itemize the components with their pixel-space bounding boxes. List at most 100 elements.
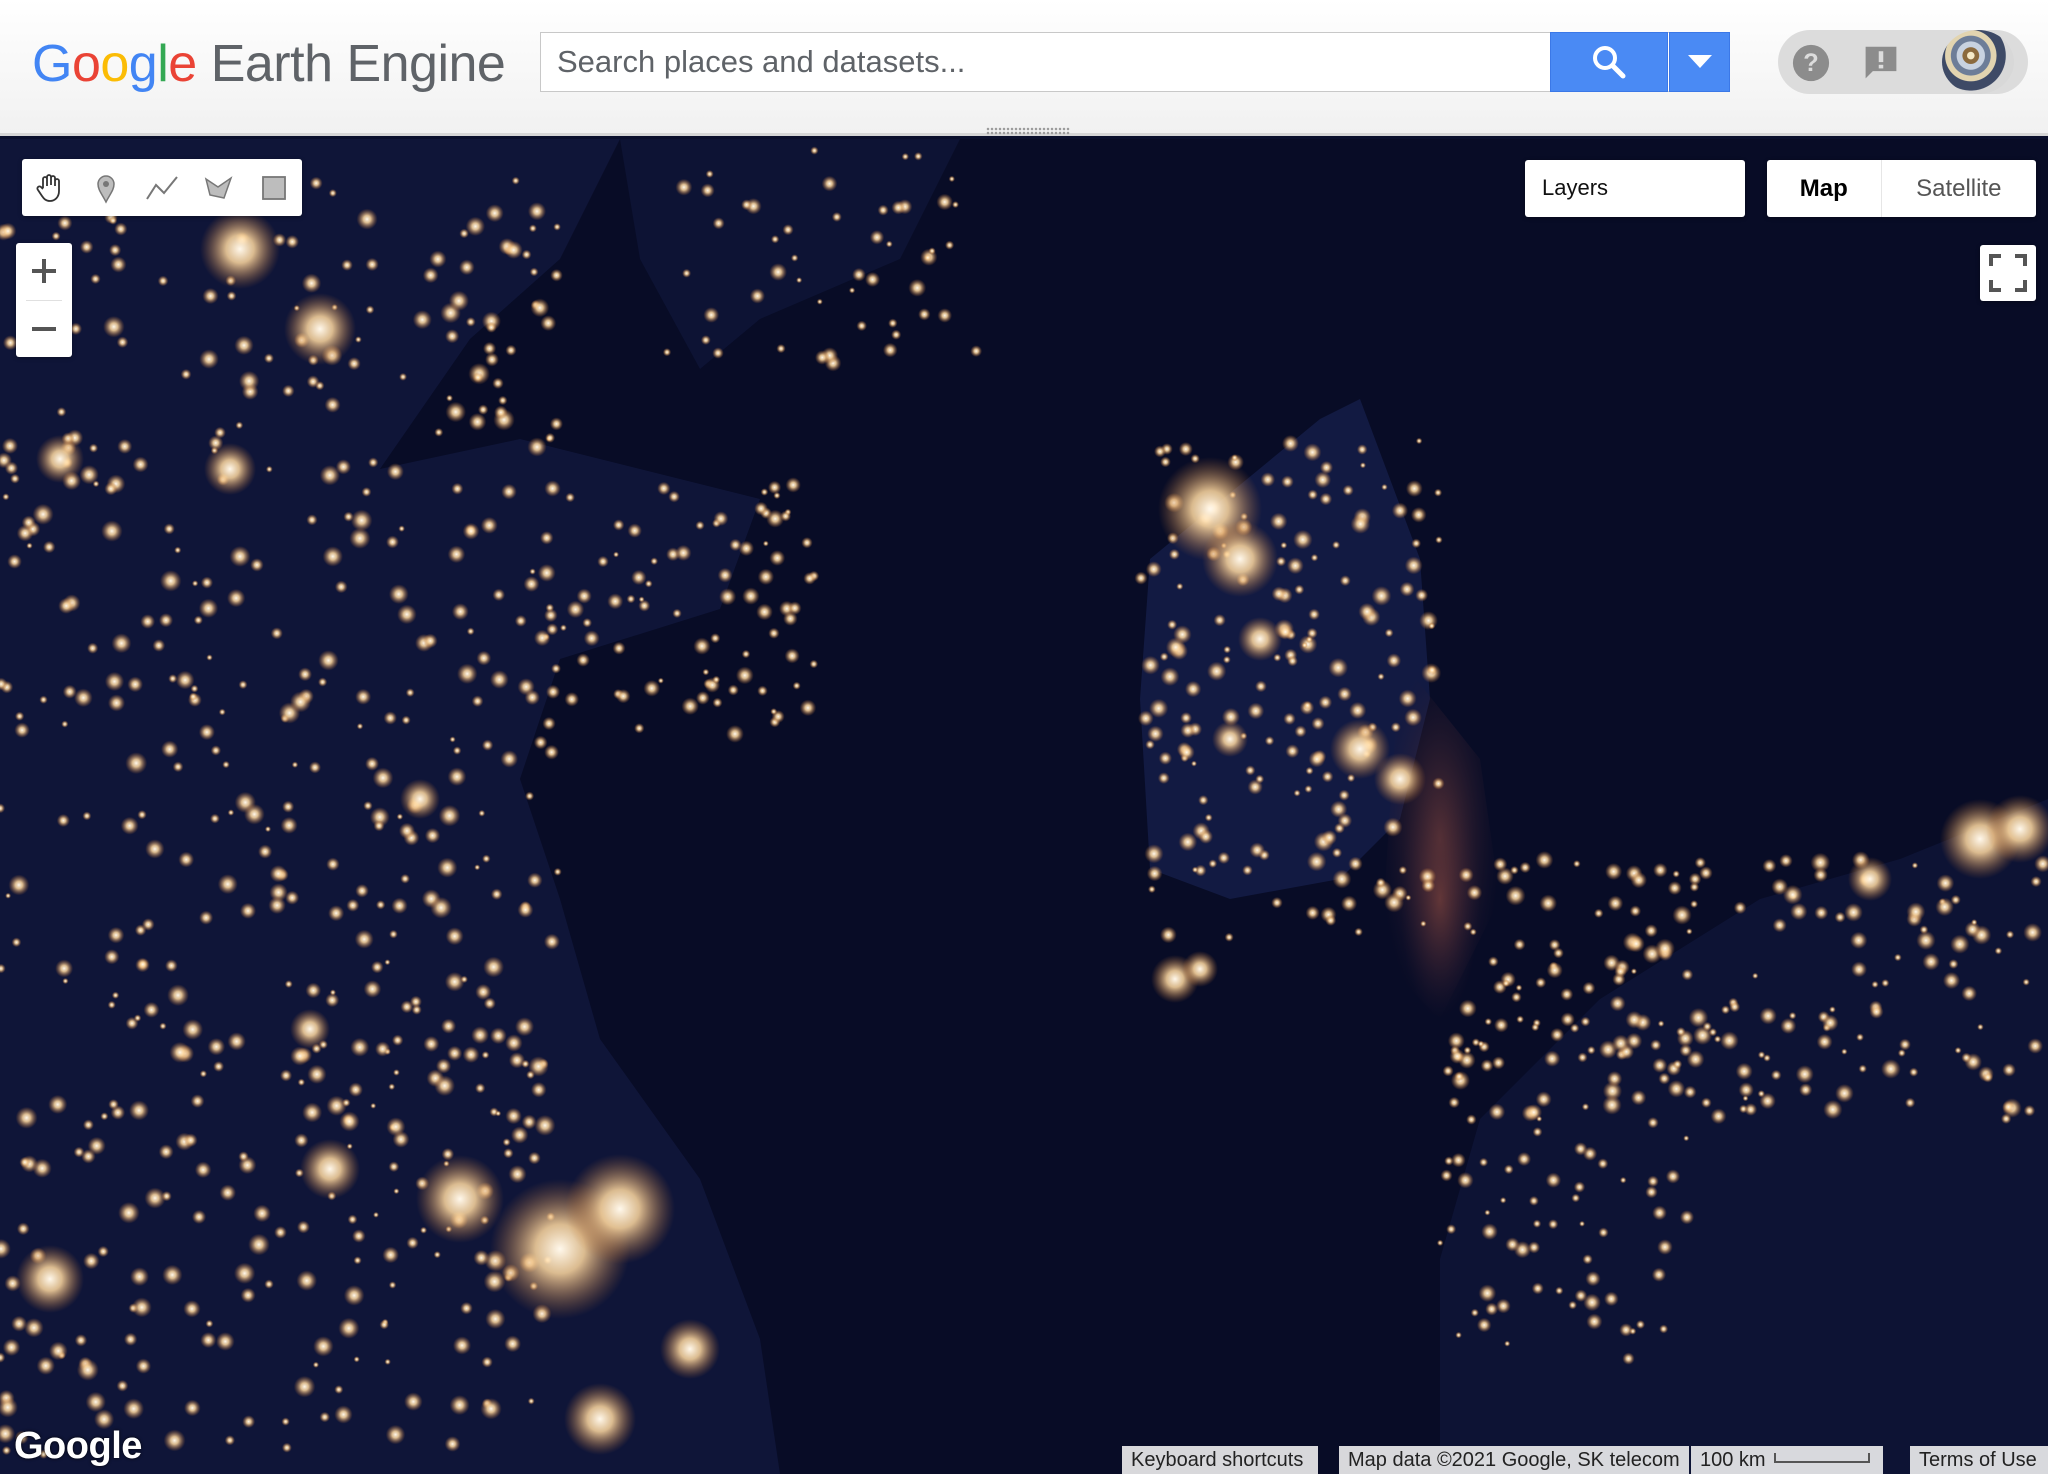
- panel-resize-handle[interactable]: [986, 127, 1070, 135]
- city-light: [693, 637, 711, 655]
- user-avatar[interactable]: [1942, 30, 2014, 94]
- city-light: [354, 336, 362, 343]
- city-light: [16, 1245, 84, 1313]
- google-map-logo: Google: [14, 1425, 142, 1467]
- map-canvas[interactable]: Layers Map Satellite Google Keyboard sho…: [0, 139, 2048, 1474]
- city-light: [1178, 442, 1193, 457]
- city-light: [1690, 900, 1699, 909]
- map-type-map-button[interactable]: Map: [1767, 160, 1882, 217]
- city-light: [365, 257, 379, 272]
- city-light: [1598, 1227, 1609, 1238]
- city-light: [1581, 1103, 1590, 1111]
- city-light: [131, 1297, 152, 1318]
- city-light: [1573, 1181, 1586, 1193]
- feedback-button[interactable]: [1862, 44, 1900, 82]
- city-light: [56, 407, 67, 417]
- zoom-in-button[interactable]: [16, 243, 72, 299]
- city-light: [209, 813, 220, 824]
- city-light: [1480, 1059, 1494, 1073]
- city-light: [564, 1383, 636, 1455]
- city-light: [250, 558, 264, 572]
- city-light: [202, 287, 219, 305]
- city-light: [1491, 1056, 1506, 1070]
- city-light: [306, 375, 320, 388]
- city-light: [1511, 991, 1522, 1003]
- city-light: [21, 515, 36, 530]
- city-light: [227, 809, 235, 816]
- city-light: [885, 240, 893, 248]
- city-light: [180, 368, 192, 380]
- map-type-satellite-button[interactable]: Satellite: [1882, 160, 2036, 217]
- marker-tool[interactable]: [78, 159, 134, 216]
- city-light: [762, 540, 769, 547]
- terms-of-use-link[interactable]: Terms of Use: [1910, 1446, 2048, 1474]
- city-light: [474, 1082, 486, 1094]
- city-light: [1479, 1157, 1489, 1167]
- city-light: [282, 384, 295, 398]
- city-light: [85, 1391, 106, 1413]
- line-tool[interactable]: [134, 159, 190, 216]
- city-light: [1532, 1219, 1542, 1228]
- city-light: [409, 995, 422, 1008]
- plus-icon: [32, 259, 56, 283]
- search-options-dropdown[interactable]: [1669, 32, 1730, 92]
- polygon-tool[interactable]: [190, 159, 246, 216]
- city-light: [1869, 1004, 1884, 1019]
- city-light: [88, 443, 99, 453]
- city-light: [923, 253, 932, 262]
- layers-button[interactable]: Layers: [1525, 160, 1745, 217]
- city-light: [1881, 978, 1890, 988]
- city-light: [1348, 856, 1363, 871]
- earth-engine-logo[interactable]: Google Earth Engine: [32, 32, 506, 96]
- fullscreen-button[interactable]: [1980, 245, 2036, 301]
- city-light: [612, 519, 625, 531]
- city-light: [1191, 866, 1199, 873]
- city-light: [218, 708, 226, 716]
- city-light: [434, 1075, 456, 1097]
- city-light: [416, 1155, 504, 1243]
- city-light: [657, 481, 671, 496]
- city-light: [281, 1417, 290, 1426]
- city-light: [1442, 1065, 1454, 1077]
- city-light: [440, 1018, 457, 1034]
- pan-tool[interactable]: [22, 159, 78, 216]
- city-light: [533, 735, 548, 750]
- scale-indicator[interactable]: 100 km: [1691, 1446, 1883, 1474]
- city-light: [1650, 1039, 1662, 1051]
- city-light: [198, 724, 215, 741]
- city-light: [1795, 1065, 1814, 1084]
- city-light: [742, 587, 760, 605]
- city-light: [172, 761, 184, 773]
- city-light: [14, 722, 30, 738]
- help-button[interactable]: ?: [1792, 44, 1830, 82]
- city-light: [675, 178, 693, 196]
- city-light: [2, 1338, 21, 1357]
- city-light: [2023, 1104, 2036, 1117]
- city-light: [445, 329, 460, 344]
- city-light: [1415, 588, 1429, 602]
- city-light: [1858, 1064, 1867, 1073]
- keyboard-shortcuts-link[interactable]: Keyboard shortcuts: [1122, 1446, 1318, 1474]
- city-light: [90, 273, 101, 285]
- zoom-out-button[interactable]: [16, 301, 72, 357]
- city-light: [1577, 1052, 1588, 1063]
- city-light: [1308, 750, 1326, 768]
- city-light: [1306, 627, 1318, 639]
- rectangle-tool[interactable]: [246, 159, 302, 216]
- city-light: [483, 956, 505, 978]
- city-light: [1293, 789, 1301, 797]
- city-light: [1377, 673, 1385, 681]
- city-light: [703, 307, 720, 323]
- city-light: [799, 699, 817, 717]
- city-light: [549, 417, 564, 431]
- city-light: [301, 273, 322, 293]
- city-light: [388, 1083, 396, 1091]
- city-light: [1619, 1323, 1633, 1337]
- city-light: [264, 825, 272, 833]
- search-button[interactable]: [1550, 32, 1668, 92]
- city-light: [1790, 902, 1808, 921]
- city-light: [264, 1279, 274, 1289]
- search-input[interactable]: [541, 33, 1549, 91]
- city-light: [528, 224, 537, 233]
- rectangle-icon: [262, 175, 286, 200]
